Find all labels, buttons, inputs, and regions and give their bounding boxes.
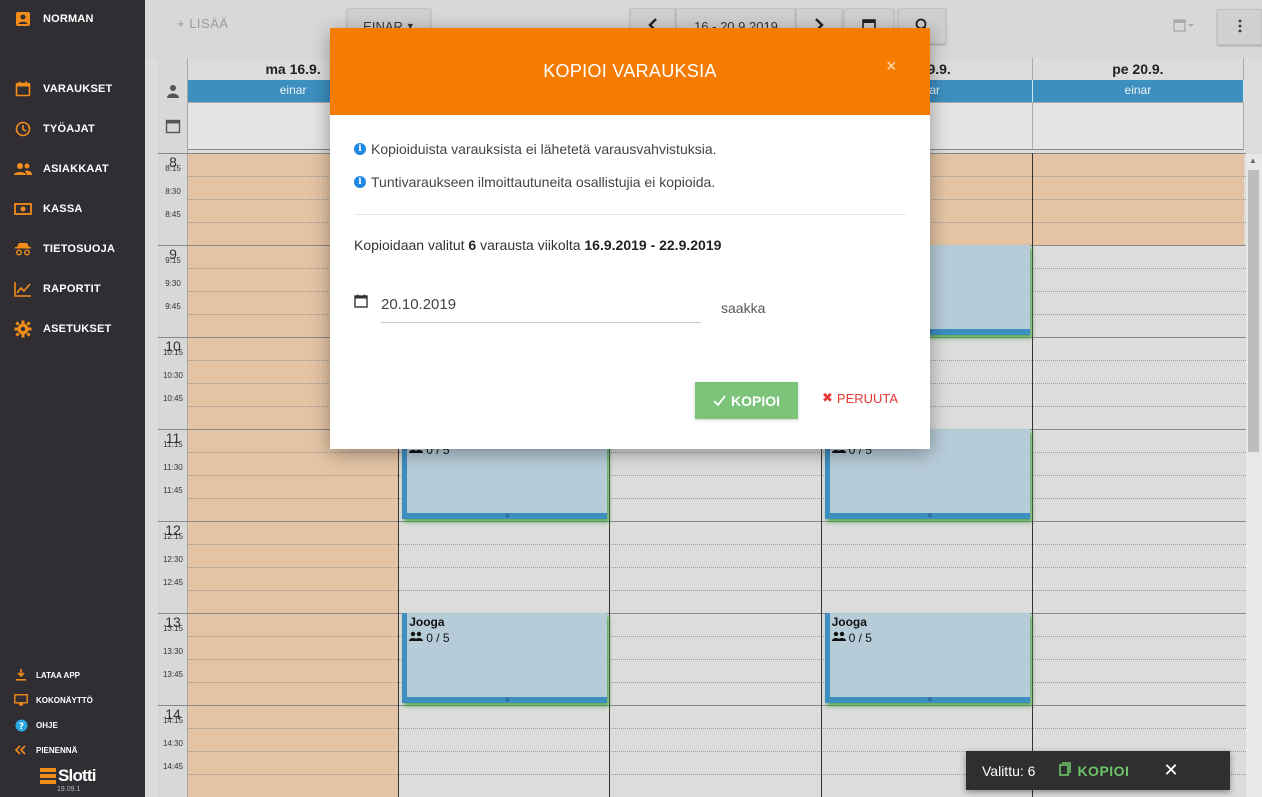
selection-count: Valittu: 6 [982,762,1036,779]
info-icon: i [354,143,366,155]
info-no-confirmations: i Kopioiduista varauksista ei lähetetä v… [354,141,717,157]
dialog-header: KOPIOI VARAUKSIA × [330,28,930,115]
copy-reservations-dialog: KOPIOI VARAUKSIA × i Kopioiduista varauk… [330,28,930,449]
close-icon: ✖ [822,390,833,405]
calendar-icon [354,294,368,313]
dialog-title: KOPIOI VARAUKSIA [543,61,717,81]
until-date-input[interactable]: 20.10.2019 [381,290,701,323]
toast-copy-button[interactable]: KOPIOI [1059,762,1129,779]
selection-toast: Valittu: 6 KOPIOI ✕ [966,751,1230,790]
summary-prefix: Kopioidaan valitut [354,237,465,253]
info-no-participants: i Tuntivaraukseen ilmoittautuneita osall… [354,174,715,190]
summary-range: 16.9.2019 - 22.9.2019 [584,237,722,253]
dialog-close-button[interactable]: × [886,56,897,77]
cancel-button[interactable]: ✖ PERUUTA [822,390,898,406]
check-icon [713,393,726,409]
copy-summary: Kopioidaan valitut 6 varausta viikolta 1… [354,237,721,253]
info-text: Kopioiduista varauksista ei lähetetä var… [371,141,717,157]
copy-button-label: KOPIOI [730,392,780,409]
info-icon: i [354,176,366,188]
cancel-button-label: PERUUTA [836,390,899,406]
summary-count: 6 [468,237,477,253]
summary-mid: varausta viikolta [480,237,581,253]
toast-copy-label: KOPIOI [1077,762,1130,779]
dialog-divider [354,214,906,215]
toast-close-button[interactable]: ✕ [1163,760,1178,781]
until-label: saakka [721,300,766,316]
copy-button[interactable]: KOPIOI [695,382,798,419]
copy-icon [1059,762,1072,779]
info-text: Tuntivaraukseen ilmoittautuneita osallis… [371,174,716,190]
